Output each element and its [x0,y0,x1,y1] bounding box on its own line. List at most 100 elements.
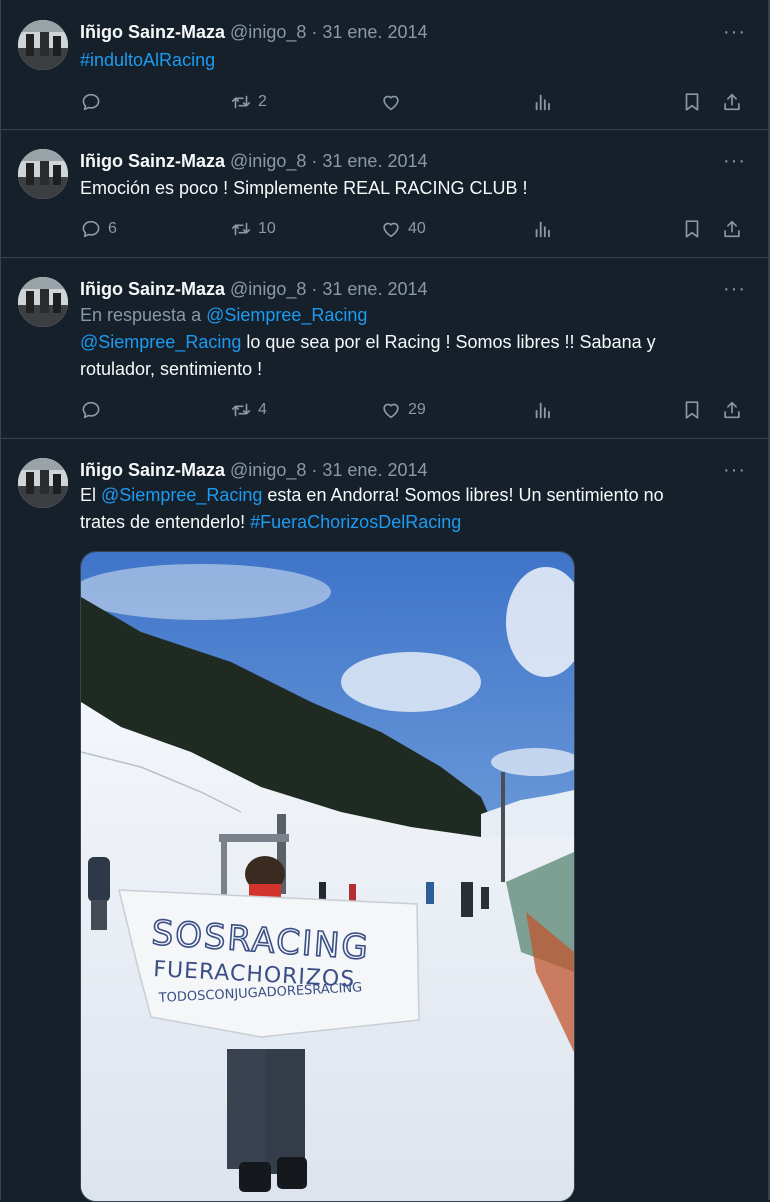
reply-context: En respuesta a @Siempree_Racing [80,303,367,327]
author-handle[interactable]: @inigo_8 [230,279,306,299]
like-button[interactable] [380,90,408,114]
tweet-1[interactable]: Iñigo Sainz-Maza @inigo_8 · 31 ene. 2014… [0,0,768,130]
separator-dot: · [311,279,318,299]
reply-icon [82,93,100,111]
tweet-header: Iñigo Sainz-Maza @inigo_8 · 31 ene. 2014 [80,277,428,301]
hashtag-link[interactable]: #indultoAlRacing [80,50,215,70]
tweet-text: El @Siempree_Racing esta en Andorra! Som… [80,482,740,536]
person-legs [265,1049,305,1174]
separator-dot: · [311,151,318,171]
retweet-count: 10 [258,220,276,237]
like-button[interactable]: 40 [380,217,426,241]
author-handle[interactable]: @inigo_8 [230,151,306,171]
share-button[interactable] [721,217,743,241]
share-icon [724,401,740,419]
like-icon [383,95,399,111]
retweet-icon [231,222,251,236]
views-icon [535,94,550,111]
more-icon[interactable]: ··· [723,458,746,482]
bookmark-button[interactable] [681,217,703,241]
ski-boot [277,1157,307,1189]
share-button[interactable] [721,398,743,422]
tweet-text-pre: El [80,485,97,505]
retweet-icon [231,403,251,417]
share-button[interactable] [721,90,743,114]
mention-link[interactable]: @Siempree_Racing [101,485,262,505]
tweet-3[interactable]: Iñigo Sainz-Maza @inigo_8 · 31 ene. 2014… [0,257,768,439]
ski-boot [239,1162,271,1192]
tweet-text: #indultoAlRacing [80,47,740,74]
tweet-date[interactable]: 31 ene. 2014 [322,279,427,299]
bookmark-button[interactable] [681,90,703,114]
tweet-date[interactable]: 31 ene. 2014 [322,151,427,171]
tweet-actions: 2 [80,90,745,114]
bookmark-icon [685,93,699,111]
retweet-count: 2 [258,93,267,110]
tweet-header: Iñigo Sainz-Maza @inigo_8 · 31 ene. 2014 [80,149,428,173]
author-name[interactable]: Iñigo Sainz-Maza [80,151,225,171]
retweet-button[interactable]: 10 [230,217,276,241]
avatar[interactable] [18,149,68,199]
like-count: 40 [408,220,426,237]
hashtag-link[interactable]: #FueraChorizosDelRacing [250,512,461,532]
views-button[interactable] [532,398,554,422]
bookmark-button[interactable] [681,398,703,422]
author-handle[interactable]: @inigo_8 [230,460,306,480]
views-icon [535,402,550,419]
reply-button[interactable]: 6 [80,217,117,241]
tweet-text-line2: rotulador, sentimiento ! [80,359,263,379]
retweet-icon [231,95,251,109]
tweet-photo[interactable]: SOSRACING FUERACHORIZOS TODOSCONJUGADORE… [80,551,575,1202]
tweet-2[interactable]: Iñigo Sainz-Maza @inigo_8 · 31 ene. 2014… [0,129,768,258]
tweet-actions: 6 10 40 [80,217,745,241]
person-legs [227,1049,265,1169]
tweet-text-line2: trates de entenderlo! [80,512,246,532]
separator-dot: · [311,460,318,480]
tweet-text-line1: lo que sea por el Racing ! Somos libres … [246,332,656,352]
retweet-button[interactable]: 4 [230,398,267,422]
reply-button[interactable] [80,90,108,114]
avatar[interactable] [18,277,68,327]
more-icon[interactable]: ··· [723,149,746,173]
tweet-text-mid: esta en Andorra! Somos libres! Un sentim… [267,485,664,505]
retweet-button[interactable]: 2 [230,90,267,114]
like-icon [383,222,399,238]
retweet-count: 4 [258,401,267,418]
author-handle[interactable]: @inigo_8 [230,22,306,42]
share-icon [724,93,740,111]
reply-button[interactable] [80,398,108,422]
avatar[interactable] [18,20,68,70]
tweet-header: Iñigo Sainz-Maza @inigo_8 · 31 ene. 2014 [80,458,428,482]
mention-link[interactable]: @Siempree_Racing [80,332,241,352]
lift-post [221,842,227,897]
like-button[interactable]: 29 [380,398,426,422]
reply-handle-link[interactable]: @Siempree_Racing [206,305,367,325]
more-icon[interactable]: ··· [723,20,746,44]
tweet-date[interactable]: 31 ene. 2014 [322,460,427,480]
author-name[interactable]: Iñigo Sainz-Maza [80,22,225,42]
like-icon [383,403,399,419]
share-icon [724,220,740,238]
antenna-mast [501,772,505,882]
reply-icon [82,220,100,238]
views-icon [535,221,550,238]
reply-prefix: En respuesta a [80,305,202,325]
reply-count: 6 [108,220,117,237]
cloud [81,564,331,620]
tweet-text: Emoción es poco ! Simplemente REAL RACIN… [80,178,528,198]
views-button[interactable] [532,90,554,114]
avatar[interactable] [18,458,68,508]
tweet-header: Iñigo Sainz-Maza @inigo_8 · 31 ene. 2014 [80,20,428,44]
author-name[interactable]: Iñigo Sainz-Maza [80,279,225,299]
bookmark-icon [685,220,699,238]
author-name[interactable]: Iñigo Sainz-Maza [80,460,225,480]
bookmark-icon [685,401,699,419]
views-button[interactable] [532,217,554,241]
reply-icon [82,401,100,419]
tweet-text: @Siempree_Racing lo que sea por el Racin… [80,329,740,383]
separator-dot: · [311,22,318,42]
cloud [341,652,481,712]
tweet-date[interactable]: 31 ene. 2014 [322,22,427,42]
more-icon[interactable]: ··· [723,277,746,301]
like-count: 29 [408,401,426,418]
